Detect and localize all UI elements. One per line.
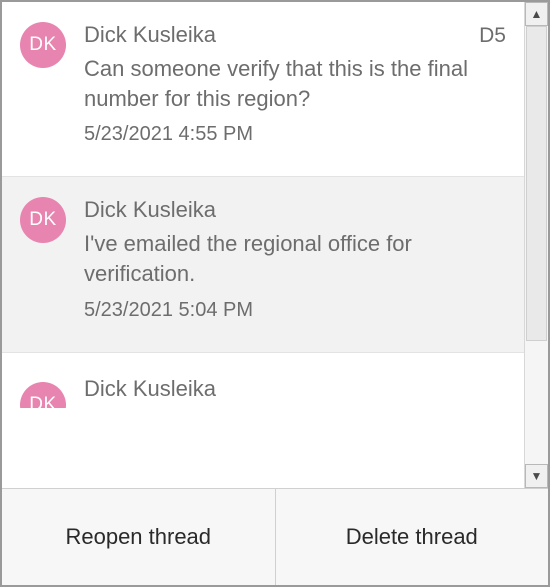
- cell-reference: D5: [479, 24, 506, 48]
- comment-header: Dick Kusleika: [84, 197, 506, 223]
- scroll-track[interactable]: [525, 26, 548, 464]
- comment-item: DK Dick Kusleika: [2, 353, 524, 408]
- comment-body: Dick Kusleika I've emailed the regional …: [84, 197, 506, 321]
- avatar: DK: [20, 22, 66, 68]
- comment-author: Dick Kusleika: [84, 197, 216, 223]
- vertical-scrollbar[interactable]: ▲ ▼: [524, 2, 548, 488]
- comment-author: Dick Kusleika: [84, 376, 216, 402]
- delete-thread-button[interactable]: Delete thread: [275, 489, 549, 585]
- avatar: DK: [20, 197, 66, 243]
- comment-text: Can someone verify that this is the fina…: [84, 54, 506, 113]
- avatar: DK: [20, 382, 66, 408]
- reopen-thread-button[interactable]: Reopen thread: [2, 489, 275, 585]
- comment-thread-pane: DK Dick Kusleika D5 Can someone verify t…: [0, 0, 550, 587]
- comment-body: Dick Kusleika D5 Can someone verify that…: [84, 22, 506, 146]
- scroll-down-button[interactable]: ▼: [525, 464, 548, 488]
- comment-timestamp: 5/23/2021 5:04 PM: [84, 299, 506, 322]
- thread-actions-footer: Reopen thread Delete thread: [2, 489, 548, 585]
- comment-item: DK Dick Kusleika I've emailed the region…: [2, 177, 524, 352]
- comment-text: I've emailed the regional office for ver…: [84, 229, 506, 288]
- comment-header: Dick Kusleika: [84, 376, 506, 402]
- comment-item: DK Dick Kusleika D5 Can someone verify t…: [2, 2, 524, 177]
- comments-list: DK Dick Kusleika D5 Can someone verify t…: [2, 2, 524, 488]
- scroll-thumb[interactable]: [526, 26, 547, 341]
- comment-body: Dick Kusleika: [84, 376, 506, 408]
- content-area: DK Dick Kusleika D5 Can someone verify t…: [2, 2, 548, 489]
- chevron-down-icon: ▼: [531, 469, 543, 483]
- comment-header: Dick Kusleika D5: [84, 22, 506, 48]
- scroll-up-button[interactable]: ▲: [525, 2, 548, 26]
- comment-author: Dick Kusleika: [84, 22, 216, 48]
- chevron-up-icon: ▲: [531, 7, 543, 21]
- comment-timestamp: 5/23/2021 4:55 PM: [84, 123, 506, 146]
